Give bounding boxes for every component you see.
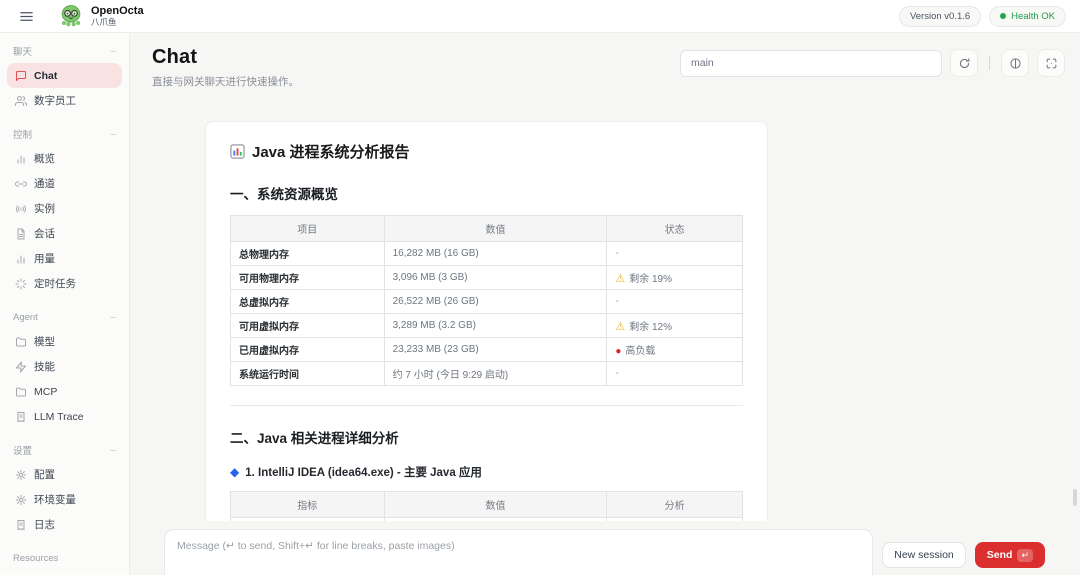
version-badge: Version v0.1.6 [898, 5, 982, 27]
system-resources-table: 项目 数值 状态 总物理内存 16,282 MB (16 GB) - 可用物理内… [230, 215, 743, 386]
file-text-icon [15, 228, 27, 240]
refresh-icon [958, 57, 971, 70]
warning-icon: ⚠ [615, 321, 626, 333]
report-title: Java 进程系统分析报告 [230, 141, 743, 162]
sidebar-item-mcp[interactable]: MCP [7, 379, 122, 404]
brand-name: OpenOcta [91, 5, 144, 17]
sidebar-item-chat[interactable]: Chat [7, 63, 122, 88]
sidebar-item-overview[interactable]: 概览 [7, 146, 122, 171]
health-badge: Health OK [989, 5, 1066, 27]
collapse-icon: – [110, 45, 116, 57]
sidebar-item-scheduled-tasks[interactable]: 定时任务 [7, 271, 122, 296]
table-header-row: 项目 数值 状态 [230, 215, 743, 242]
collapse-icon: – [110, 128, 116, 140]
health-dot-icon [1000, 13, 1007, 19]
fullscreen-button[interactable] [1037, 49, 1065, 77]
scrollbar-thumb[interactable] [1073, 489, 1077, 506]
process-detail-table: 指标 数值 分析 进程 ID 11628 - 物理内存 (Working Set… [230, 491, 743, 521]
receipt-icon [15, 411, 27, 423]
sidebar-section-chat[interactable]: 聊天 – [13, 44, 116, 59]
bar-chart-emoji-icon [230, 144, 245, 159]
gear-icon [15, 494, 27, 506]
sidebar-section-settings[interactable]: 设置 – [13, 443, 116, 458]
section-1-heading: 一、系统资源概览 [230, 187, 338, 202]
circle-slash-icon [1009, 57, 1022, 70]
loader-icon [15, 278, 27, 290]
sidebar-item-logs[interactable]: 日志 [7, 512, 122, 537]
process-subheading: ◆ 1. IntelliJ IDEA (idea64.exe) - 主要 Jav… [230, 465, 482, 479]
sidebar-item-instance[interactable]: 实例 [7, 196, 122, 221]
brand-subtitle: 八爪鱼 [91, 17, 117, 27]
folder-icon [15, 386, 27, 398]
sidebar-item-digital-staff[interactable]: 数字员工 [7, 88, 122, 113]
table-row: 总物理内存 16,282 MB (16 GB) - [230, 241, 743, 266]
sidebar-item-model[interactable]: 模型 [7, 329, 122, 354]
session-input[interactable] [680, 49, 942, 77]
send-button[interactable]: Send ↵ [974, 542, 1045, 568]
sidebar-item-channel[interactable]: 通道 [7, 171, 122, 196]
sidebar-item-session[interactable]: 会话 [7, 221, 122, 246]
octopus-logo-icon [58, 3, 84, 29]
message-composer: New session Send ↵ [130, 521, 1080, 575]
folder-icon [15, 336, 27, 348]
bar-chart-icon [15, 153, 27, 165]
chat-bubble-icon [15, 70, 27, 82]
section-divider [230, 405, 743, 406]
sidebar-item-llm-trace[interactable]: LLM Trace [7, 404, 122, 429]
message-input[interactable] [164, 529, 874, 575]
blue-diamond-icon: ◆ [230, 465, 240, 479]
warning-icon: ⚠ [615, 273, 626, 285]
link-icon [15, 178, 27, 190]
divider [989, 56, 990, 70]
table-row: 系统运行时间 约 7 小时 (今日 9:29 启动) - [230, 361, 743, 386]
collapse-icon: – [110, 444, 116, 456]
enter-key-icon: ↵ [1017, 548, 1033, 562]
table-row: 可用物理内存 3,096 MB (3 GB) ⚠ 剩余 19% [230, 265, 743, 290]
brand: OpenOcta 八爪鱼 [58, 3, 144, 29]
sidebar-item-env-vars[interactable]: 环境变量 [7, 487, 122, 512]
expand-icon [1045, 57, 1058, 70]
sidebar-section-agent[interactable]: Agent – [13, 310, 116, 324]
sidebar-section-resources[interactable]: Resources [13, 551, 116, 565]
bar-chart-icon [15, 253, 27, 265]
gear-icon [15, 469, 27, 481]
sidebar-section-control[interactable]: 控制 – [13, 127, 116, 142]
chat-message-area: Java 进程系统分析报告 一、系统资源概览 项目 数值 状态 总物理内存 16… [130, 97, 1080, 521]
radio-icon [15, 203, 27, 215]
sidebar-item-config[interactable]: 配置 [7, 462, 122, 487]
table-row: 总虚拟内存 26,522 MB (26 GB) - [230, 289, 743, 314]
sidebar: 聊天 – Chat 数字员工 控制 – 概览 通道 实例 会话 用量 定时任务 … [0, 33, 130, 575]
receipt-icon [15, 519, 27, 531]
table-header-row: 指标 数值 分析 [230, 491, 743, 518]
section-2-heading: 二、Java 相关进程详细分析 [230, 431, 399, 446]
new-session-button[interactable]: New session [882, 542, 966, 568]
table-row: 可用虚拟内存 3,289 MB (3.2 GB) ⚠ 剩余 12% [230, 313, 743, 338]
menu-icon[interactable] [14, 4, 38, 28]
red-circle-icon: ● [615, 346, 622, 357]
main-area: Chat 直接与网关聊天进行快速操作。 main Java 进程系统分析报告 一… [130, 33, 1080, 575]
sidebar-item-skills[interactable]: 技能 [7, 354, 122, 379]
table-row: 已用虚拟内存 23,233 MB (23 GB) ● 高负载 [230, 337, 743, 362]
zap-icon [15, 361, 27, 373]
page-header: Chat 直接与网关聊天进行快速操作。 [130, 33, 1080, 97]
sidebar-item-usage[interactable]: 用量 [7, 246, 122, 271]
collapse-icon: – [110, 311, 116, 323]
report-message-card: Java 进程系统分析报告 一、系统资源概览 项目 数值 状态 总物理内存 16… [205, 121, 768, 521]
refresh-button[interactable] [950, 49, 978, 77]
token-usage-button[interactable] [1001, 49, 1029, 77]
top-bar: OpenOcta 八爪鱼 Version v0.1.6 Health OK [0, 0, 1080, 33]
users-icon [15, 95, 27, 107]
